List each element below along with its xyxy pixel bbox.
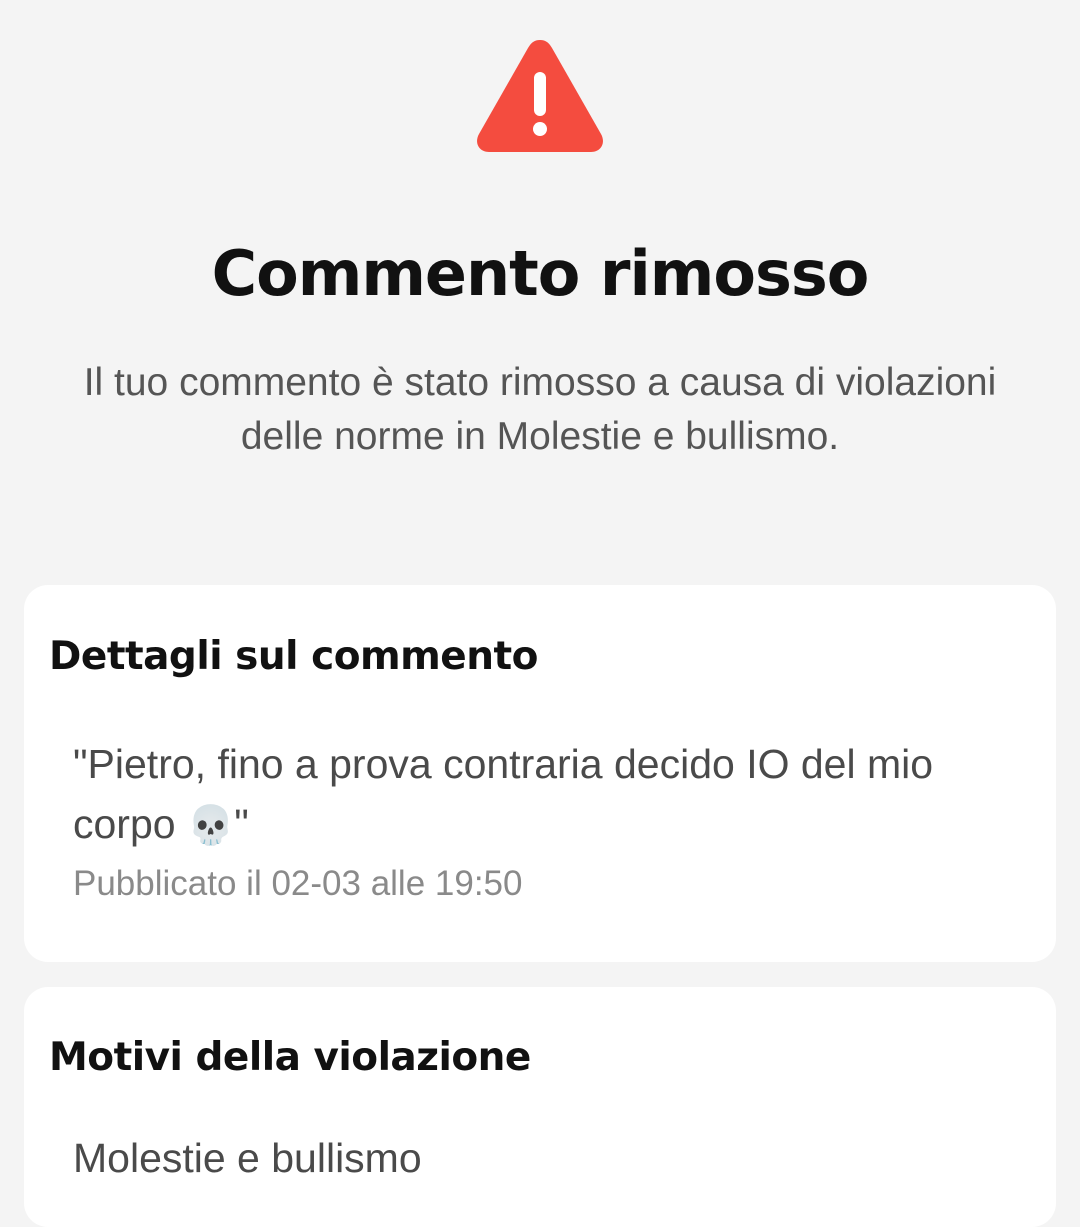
removal-explanation: Il tuo commento è stato rimosso a causa … xyxy=(83,361,997,458)
page-title: Commento rimosso xyxy=(211,237,870,310)
removed-comment-text: "Pietro, fino a prova contraria decido I… xyxy=(73,734,1023,855)
violation-reasons-heading: Motivi della violazione xyxy=(49,1035,531,1080)
violation-reason: Molestie e bullismo xyxy=(73,1135,422,1181)
violation-reasons-card xyxy=(24,987,1056,1227)
warning-triangle-icon xyxy=(477,40,603,152)
comment-closing-quote: " xyxy=(234,801,249,847)
comment-timestamp: Pubblicato il 02-03 alle 19:50 xyxy=(73,864,523,903)
comment-details-heading: Dettagli sul commento xyxy=(49,634,538,679)
skull-icon: 💀 xyxy=(186,803,235,847)
